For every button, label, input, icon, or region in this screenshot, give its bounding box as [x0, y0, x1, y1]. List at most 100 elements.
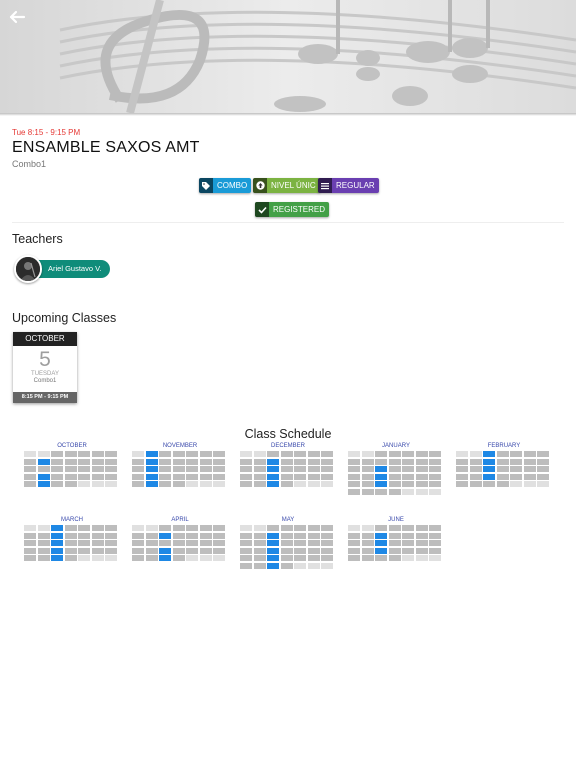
calendar-day-cell[interactable] [159, 525, 171, 531]
tag-combo[interactable]: COMBO [199, 178, 252, 193]
calendar-day-cell[interactable] [132, 481, 144, 487]
calendar-day-cell[interactable] [132, 451, 144, 457]
calendar-day-cell[interactable] [523, 473, 536, 480]
calendar-day-cell[interactable] [37, 466, 50, 472]
calendar-day-cell[interactable] [361, 547, 374, 554]
calendar-day-cell[interactable] [388, 473, 401, 480]
calendar-day-cell[interactable] [64, 540, 77, 546]
calendar-day-cell[interactable] [64, 547, 77, 554]
calendar-day-cell[interactable] [253, 562, 266, 569]
calendar-day-cell[interactable] [415, 488, 428, 495]
calendar-day-cell[interactable] [37, 458, 50, 465]
calendar-day-cell[interactable] [213, 555, 225, 561]
calendar-day-cell[interactable] [186, 458, 198, 465]
calendar-day-cell[interactable] [429, 547, 441, 554]
calendar-day-cell[interactable] [510, 473, 522, 480]
calendar-day-cell[interactable] [213, 466, 225, 472]
calendar-day-cell[interactable] [307, 473, 320, 480]
calendar-day-cell[interactable] [348, 488, 360, 495]
calendar-day-cell[interactable] [186, 525, 198, 531]
calendar-day-cell[interactable] [159, 473, 171, 480]
calendar-day-cell[interactable] [415, 555, 428, 561]
calendar-day-cell[interactable] [361, 451, 374, 457]
calendar-day-cell[interactable] [64, 451, 77, 457]
calendar-day-cell[interactable] [145, 547, 158, 554]
calendar-day-cell[interactable] [145, 481, 158, 487]
calendar-day-cell[interactable] [429, 451, 441, 457]
calendar-day-cell[interactable] [186, 547, 198, 554]
calendar-day-cell[interactable] [37, 481, 50, 487]
calendar-day-cell[interactable] [132, 555, 144, 561]
calendar-day-cell[interactable] [483, 481, 495, 487]
calendar-day-cell[interactable] [348, 451, 360, 457]
calendar-day-cell[interactable] [415, 532, 428, 539]
calendar-day-cell[interactable] [199, 525, 212, 531]
calendar-day-cell[interactable] [348, 547, 360, 554]
calendar-day-cell[interactable] [415, 473, 428, 480]
calendar-day-cell[interactable] [78, 458, 90, 465]
calendar-day-cell[interactable] [523, 481, 536, 487]
calendar-day-cell[interactable] [24, 547, 36, 554]
calendar-day-cell[interactable] [159, 458, 171, 465]
calendar-day-cell[interactable] [91, 540, 104, 546]
calendar-day-cell[interactable] [78, 525, 90, 531]
calendar-day-cell[interactable] [24, 473, 36, 480]
calendar-day-cell[interactable] [361, 473, 374, 480]
calendar-day-cell[interactable] [456, 451, 468, 457]
calendar-day-cell[interactable] [159, 451, 171, 457]
calendar-day-cell[interactable] [186, 481, 198, 487]
calendar-day-cell[interactable] [321, 562, 333, 569]
calendar-day-cell[interactable] [537, 458, 549, 465]
calendar-day-cell[interactable] [159, 532, 171, 539]
calendar-day-cell[interactable] [51, 466, 63, 472]
calendar-day-cell[interactable] [361, 458, 374, 465]
calendar-day-cell[interactable] [213, 481, 225, 487]
calendar-day-cell[interactable] [159, 555, 171, 561]
calendar-day-cell[interactable] [37, 547, 50, 554]
calendar-day-cell[interactable] [388, 540, 401, 546]
calendar-day-cell[interactable] [469, 473, 482, 480]
calendar-day-cell[interactable] [213, 473, 225, 480]
calendar-day-cell[interactable] [280, 481, 293, 487]
calendar-day-cell[interactable] [37, 451, 50, 457]
calendar-day-cell[interactable] [388, 488, 401, 495]
calendar-day-cell[interactable] [253, 451, 266, 457]
calendar-day-cell[interactable] [321, 473, 333, 480]
calendar-day-cell[interactable] [496, 451, 509, 457]
calendar-day-cell[interactable] [24, 540, 36, 546]
calendar-day-cell[interactable] [456, 458, 468, 465]
calendar-day-cell[interactable] [321, 451, 333, 457]
calendar-day-cell[interactable] [186, 466, 198, 472]
calendar-day-cell[interactable] [240, 481, 252, 487]
calendar-day-cell[interactable] [199, 532, 212, 539]
calendar-day-cell[interactable] [510, 451, 522, 457]
calendar-day-cell[interactable] [537, 451, 549, 457]
calendar-day-cell[interactable] [294, 547, 306, 554]
calendar-day-cell[interactable] [429, 525, 441, 531]
calendar-day-cell[interactable] [415, 466, 428, 472]
calendar-day-cell[interactable] [429, 473, 441, 480]
calendar-day-cell[interactable] [172, 473, 185, 480]
calendar-day-cell[interactable] [267, 532, 279, 539]
calendar-day-cell[interactable] [105, 458, 117, 465]
calendar-day-cell[interactable] [280, 532, 293, 539]
calendar-day-cell[interactable] [402, 466, 414, 472]
calendar-day-cell[interactable] [159, 547, 171, 554]
calendar-day-cell[interactable] [429, 466, 441, 472]
calendar-day-cell[interactable] [402, 488, 414, 495]
calendar-day-cell[interactable] [361, 466, 374, 472]
calendar-day-cell[interactable] [51, 525, 63, 531]
calendar-day-cell[interactable] [145, 525, 158, 531]
calendar-day-cell[interactable] [388, 532, 401, 539]
calendar-day-cell[interactable] [159, 481, 171, 487]
calendar-day-cell[interactable] [213, 451, 225, 457]
calendar-day-cell[interactable] [186, 473, 198, 480]
calendar-day-cell[interactable] [294, 525, 306, 531]
calendar-day-cell[interactable] [321, 481, 333, 487]
calendar-day-cell[interactable] [361, 488, 374, 495]
calendar-day-cell[interactable] [321, 525, 333, 531]
calendar-day-cell[interactable] [348, 525, 360, 531]
calendar-day-cell[interactable] [240, 525, 252, 531]
calendar-day-cell[interactable] [64, 466, 77, 472]
calendar-day-cell[interactable] [51, 555, 63, 561]
